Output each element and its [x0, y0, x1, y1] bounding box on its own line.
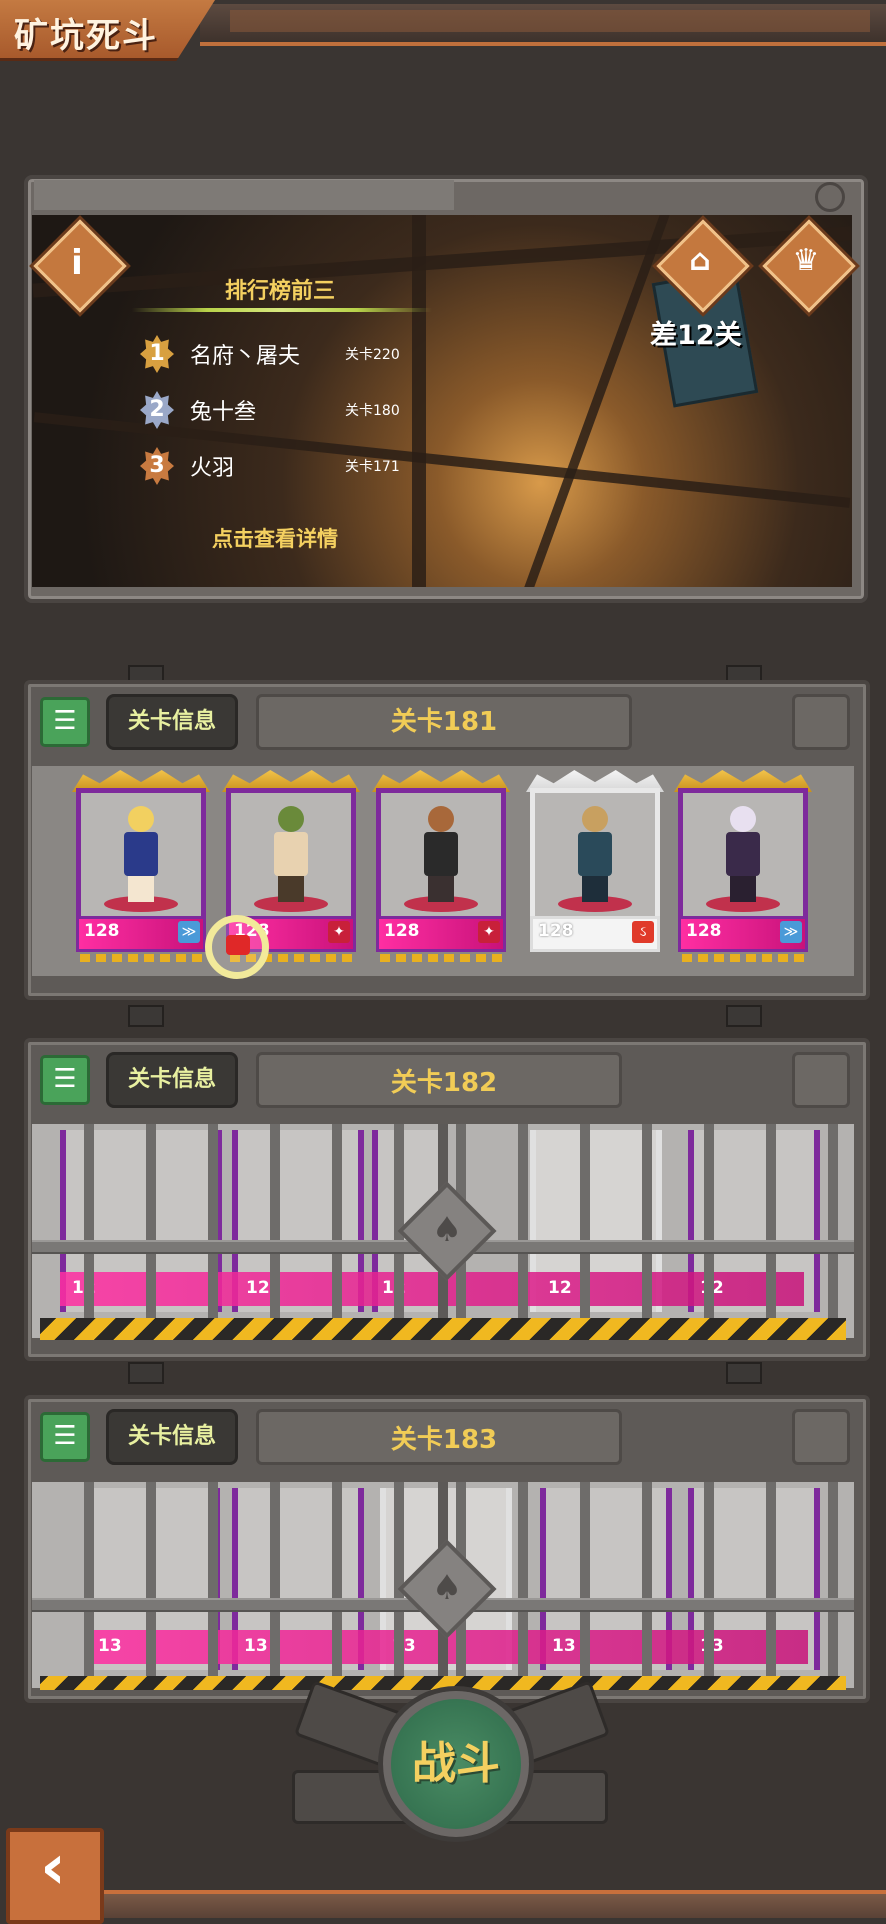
chain-link	[128, 1005, 164, 1027]
stage-name: 关卡183	[390, 1425, 498, 1455]
hero-level: 128	[538, 921, 574, 941]
pointer-icon	[226, 935, 250, 955]
card-stars	[682, 954, 804, 962]
gift-icon: ⌂	[689, 243, 711, 278]
hero-sprite	[264, 806, 318, 906]
stage-info-book-icon[interactable]: ☰	[40, 1055, 90, 1105]
card-stars	[380, 954, 502, 962]
lock-icon: ♠	[431, 1210, 463, 1250]
rank-2-level: 关卡180	[345, 403, 400, 419]
hero-class-icon: ✦	[478, 921, 500, 943]
screw-icon	[815, 182, 845, 212]
mine-beam	[524, 215, 670, 587]
fight-button-label: 战斗	[412, 1738, 500, 1789]
hero-card[interactable]: 128 ✦	[372, 770, 510, 968]
stage-info-button[interactable]: 关卡信息	[106, 694, 238, 750]
stage-name: 关卡182	[390, 1068, 498, 1098]
heading-underline	[132, 308, 432, 312]
leaderboard-frame-top	[34, 180, 454, 210]
hero-class-icon: ✦	[328, 921, 350, 943]
hero-class-icon: ≫	[178, 921, 200, 943]
stage-corner-box	[792, 1409, 850, 1465]
stage-name: 关卡181	[256, 694, 632, 750]
chain-link	[726, 1362, 762, 1384]
hero-card[interactable]: 128 ≫	[72, 770, 210, 968]
hero-level: 128	[84, 921, 120, 941]
hero-sprite	[716, 806, 770, 906]
rank-3-name: 火羽	[190, 456, 235, 481]
rank-1-level: 关卡220	[345, 347, 400, 363]
stage-info-button[interactable]: 关卡信息	[106, 1052, 238, 1108]
bottom-bar	[100, 1890, 886, 1918]
gap-text: 差12关	[650, 320, 742, 351]
hero-sprite	[414, 806, 468, 906]
rank-3-level: 关卡171	[345, 459, 400, 475]
hero-card[interactable]: 128 ≫	[674, 770, 812, 968]
stage-info-button[interactable]: 关卡信息	[106, 1409, 238, 1465]
rank-2-name: 兔十叁	[190, 400, 257, 425]
hero-sprite	[568, 806, 622, 906]
card-stars	[80, 954, 202, 962]
leaderboard-heading: 排行榜前三	[225, 279, 336, 304]
header-stripe	[230, 10, 870, 32]
hazard-stripe	[40, 1318, 846, 1340]
lock-icon: ♠	[431, 1568, 463, 1608]
mine-beam	[412, 215, 426, 587]
stage-corner-box	[792, 694, 850, 750]
card-stars	[534, 954, 656, 962]
hazard-stripe	[40, 1676, 846, 1690]
stage-info-book-icon[interactable]: ☰	[40, 697, 90, 747]
chain-link	[726, 1005, 762, 1027]
back-arrow-icon: ‹	[40, 1830, 66, 1903]
hero-class-icon: ≫	[780, 921, 802, 943]
hero-class-icon: ઽ	[632, 921, 654, 943]
stage-corner-box	[792, 1052, 850, 1108]
hero-level: 128	[686, 921, 722, 941]
stage-info-book-icon[interactable]: ☰	[40, 1412, 90, 1462]
page-title: 矿坑死斗	[14, 16, 158, 56]
info-icon: i	[71, 243, 83, 283]
hero-level: 128	[384, 921, 420, 941]
trophy-icon: ♛	[792, 243, 820, 278]
chain-link	[128, 1362, 164, 1384]
view-details-link[interactable]: 点击查看详情	[212, 523, 338, 553]
hero-sprite	[114, 806, 168, 906]
hero-card[interactable]: 128 ઽ	[526, 770, 664, 968]
rank-1-name: 名府丶屠夫	[190, 344, 301, 369]
